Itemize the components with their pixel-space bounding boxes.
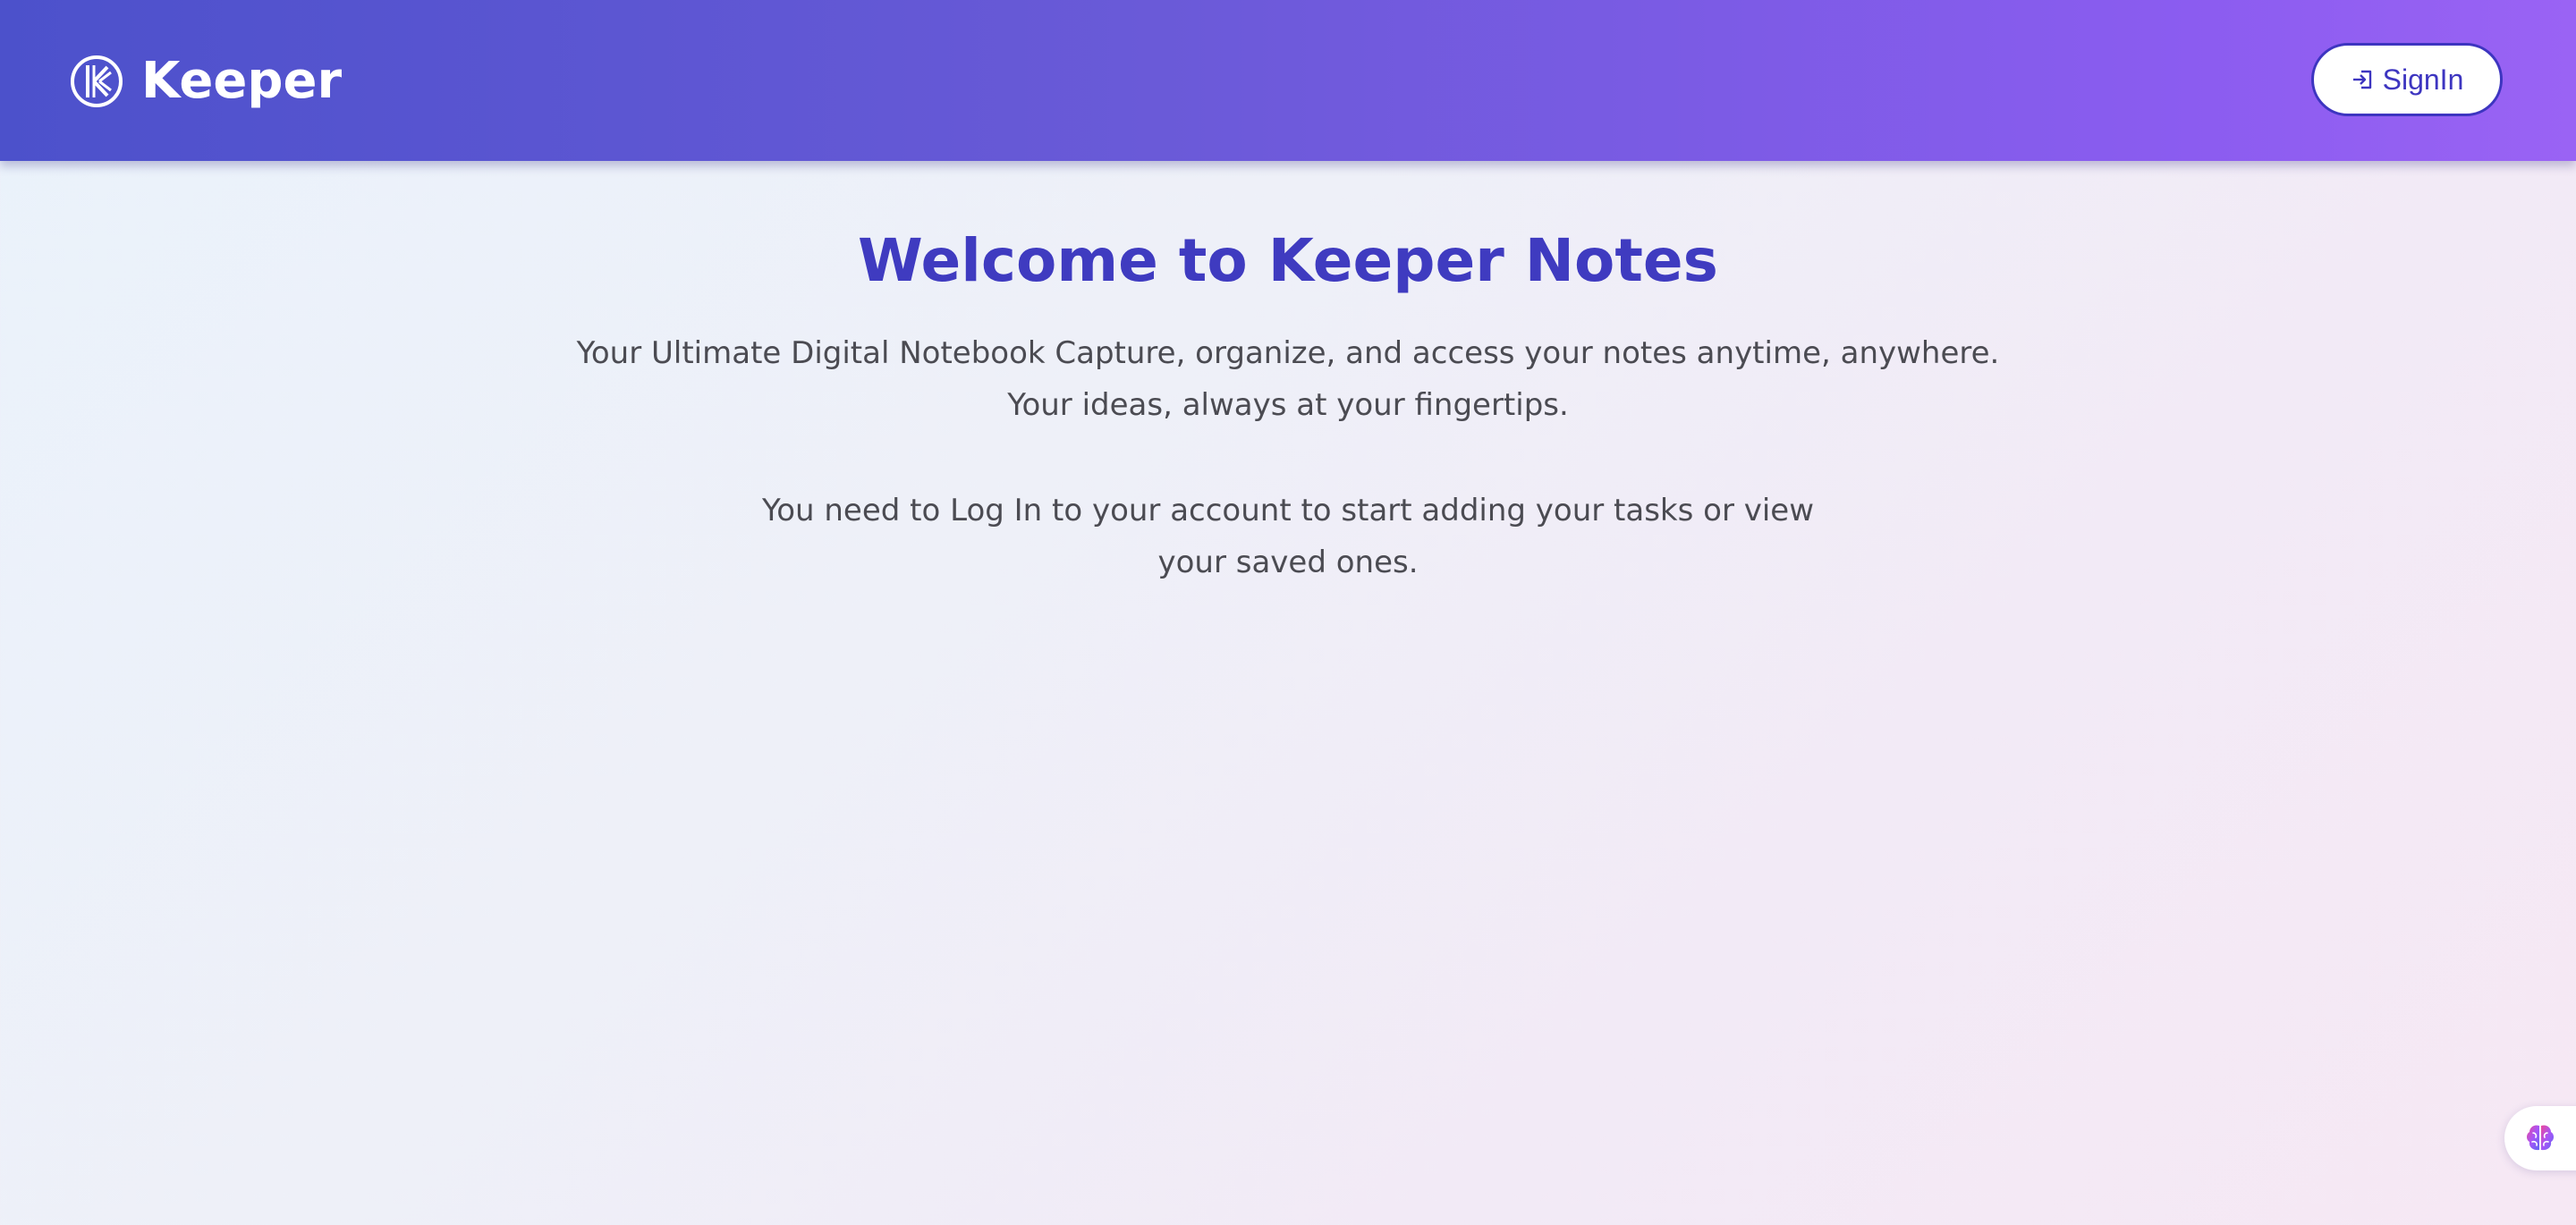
assistant-widget-button[interactable] bbox=[2504, 1106, 2576, 1170]
signin-label: SignIn bbox=[2382, 63, 2464, 96]
login-prompt-text: You need to Log In to your account to st… bbox=[761, 493, 1815, 580]
main-content: Welcome to Keeper Notes Your Ultimate Di… bbox=[0, 161, 2576, 1225]
brand-logo[interactable]: Keeper bbox=[70, 49, 342, 114]
brain-icon bbox=[2527, 1125, 2554, 1151]
brand-name: Keeper bbox=[141, 52, 343, 110]
tagline-text: Your Ultimate Digital Notebook Capture, … bbox=[576, 335, 2000, 423]
keeper-logo-icon bbox=[71, 55, 123, 107]
page-title: Welcome to Keeper Notes bbox=[858, 226, 1718, 295]
signin-button[interactable]: SignIn bbox=[2311, 43, 2503, 116]
login-arrow-icon bbox=[2352, 70, 2371, 89]
top-navbar: Keeper SignIn bbox=[0, 0, 2576, 161]
